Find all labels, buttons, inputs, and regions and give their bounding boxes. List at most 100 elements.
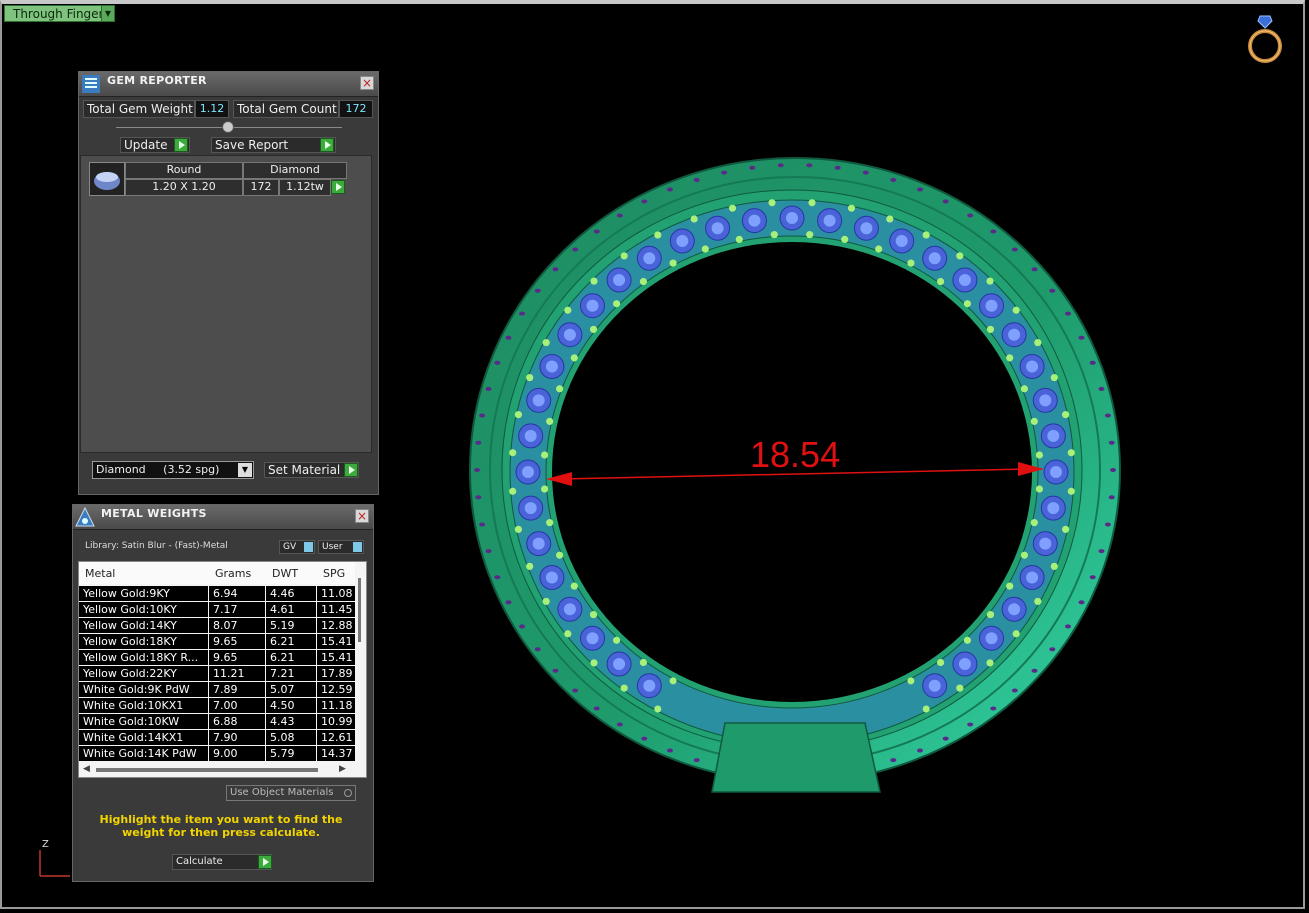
table-row[interactable]: Yellow Gold:18KY 9.65 6.21 15.41	[79, 634, 356, 650]
horizontal-scrollbar[interactable]: ◀ ▶	[79, 762, 366, 777]
user-toggle[interactable]: User	[318, 540, 364, 554]
prong	[526, 374, 534, 382]
horizontal-scroll-thumb[interactable]	[96, 768, 318, 772]
table-row[interactable]: White Gold:9K PdW 7.89 5.07 12.59	[79, 682, 356, 698]
prong	[1062, 411, 1070, 419]
band-hole	[641, 199, 648, 204]
gem-table	[1047, 502, 1060, 515]
metal-col-header[interactable]: Grams	[209, 567, 251, 580]
gem-material-cell: Diamond	[243, 162, 347, 179]
band-hole	[1089, 360, 1096, 365]
splitter-knob-icon[interactable]	[222, 121, 234, 133]
table-row[interactable]: White Gold:14KX1 7.90 5.08 12.61	[79, 730, 356, 746]
band-hole	[1031, 267, 1038, 272]
band-hole	[777, 163, 784, 168]
calculate-label: Calculate	[176, 856, 223, 867]
band-hole	[505, 335, 512, 340]
gem-table	[895, 235, 908, 247]
table-cell: 15.41	[317, 634, 356, 649]
gem-table	[823, 214, 836, 227]
table-row[interactable]: Yellow Gold:18KY R... 9.65 6.21 15.41	[79, 650, 356, 666]
close-icon[interactable]: ×	[360, 76, 374, 90]
prong	[956, 684, 964, 692]
gem-table	[545, 360, 558, 373]
band-hole	[1049, 288, 1056, 293]
viewport-mode-dropdown[interactable]: Through Finger ▼	[4, 5, 115, 22]
metal-col-header[interactable]: DWT	[266, 567, 298, 580]
band-hole	[1089, 575, 1096, 580]
chevron-down-icon: ▼	[101, 6, 114, 21]
table-row[interactable]: White Gold:14K PdW 9.00 5.79 14.37	[79, 746, 356, 762]
prong	[514, 411, 522, 419]
ring-view-icon[interactable]	[1244, 14, 1286, 66]
scroll-right-icon[interactable]: ▶	[339, 764, 346, 774]
gem-reporter-icon	[82, 75, 100, 93]
prong	[987, 611, 994, 619]
prong	[639, 278, 647, 285]
band-hole	[641, 736, 648, 741]
band-hole	[1078, 600, 1085, 605]
gem-table	[586, 632, 599, 645]
prong	[922, 705, 930, 713]
use-object-materials-select[interactable]: Use Object Materials	[226, 785, 356, 801]
save-report-label: Save Report	[215, 138, 289, 152]
calculate-go-icon[interactable]	[258, 855, 272, 869]
table-cell: White Gold:14K PdW	[79, 746, 208, 761]
table-cell: 11.08	[317, 586, 356, 601]
set-material-go-icon[interactable]	[344, 463, 358, 477]
prong	[1020, 551, 1028, 559]
table-row[interactable]: Yellow Gold:9KY 6.94 4.46 11.08	[79, 586, 356, 602]
table-cell: 4.46	[266, 586, 316, 601]
metal-weights-titlebar[interactable]: METAL WEIGHTS ×	[73, 505, 373, 530]
gv-toggle[interactable]: GV	[279, 540, 315, 554]
table-cell: 11.21	[209, 666, 265, 681]
prong	[1050, 374, 1058, 382]
prong	[986, 277, 994, 285]
close-icon[interactable]: ×	[355, 509, 369, 523]
scroll-left-icon[interactable]: ◀	[83, 764, 90, 774]
table-cell: 9.00	[209, 746, 265, 761]
table-row[interactable]: Yellow Gold:10KY 7.17 4.61 11.45	[79, 602, 356, 618]
metal-col-header[interactable]: SPG	[317, 567, 345, 580]
metal-table[interactable]: Metal Grams DWT SPG Yellow Gold:9KY 6.94 4.46…	[78, 561, 367, 778]
prong	[907, 259, 915, 267]
metal-table-header: Metal Grams DWT SPG	[79, 562, 355, 584]
chevron-down-icon: ▼	[238, 463, 252, 477]
band-hole	[834, 165, 841, 170]
gem-row-go-icon[interactable]	[331, 180, 345, 194]
table-cell: 5.07	[266, 682, 316, 697]
band-hole	[485, 549, 492, 554]
prong	[509, 449, 517, 457]
update-label: Update	[124, 138, 168, 152]
calculate-button[interactable]: Calculate	[172, 854, 272, 870]
vertical-scrollbar[interactable]	[355, 562, 366, 762]
metal-col-header[interactable]: Metal	[79, 567, 115, 580]
table-row[interactable]: White Gold:10KW 6.88 4.43 10.99	[79, 714, 356, 730]
prong	[1034, 597, 1042, 605]
table-cell: 14.37	[317, 746, 356, 761]
band-hole	[534, 647, 541, 652]
gem-reporter-titlebar[interactable]: GEM REPORTER ×	[79, 72, 378, 97]
table-cell: White Gold:10KW	[79, 714, 208, 729]
save-report-go-icon[interactable]	[320, 138, 334, 152]
band-hole	[479, 522, 486, 527]
material-select[interactable]: Diamond (3.52 spg) ▼	[92, 461, 254, 479]
table-row[interactable]: Yellow Gold:22KY 11.21 7.21 17.89	[79, 666, 356, 682]
dimension-label: 18.54	[750, 434, 841, 475]
gem-row[interactable]: Round Diamond 1.20 X 1.20 172 1.12tw	[89, 162, 347, 196]
gem-list-area	[80, 155, 372, 453]
table-row[interactable]: White Gold:10KX1 7.00 4.50 11.18	[79, 698, 356, 714]
table-row[interactable]: Yellow Gold:14KY 8.07 5.19 12.88	[79, 618, 356, 634]
gem-table	[928, 252, 941, 265]
prong	[768, 199, 776, 207]
band-hole	[1011, 688, 1018, 693]
radio-icon	[344, 789, 352, 797]
total-gem-count-label: Total Gem Count	[233, 100, 339, 118]
gem-size-cell: 1.20 X 1.20	[125, 179, 243, 196]
calculate-instructions: Highlight the item you want to find the …	[99, 813, 343, 839]
vertical-scroll-thumb[interactable]	[358, 578, 361, 642]
prong	[1062, 525, 1070, 533]
update-go-icon[interactable]	[174, 138, 188, 152]
gem-table	[985, 632, 998, 645]
save-report-button[interactable]: Save Report	[211, 137, 336, 153]
